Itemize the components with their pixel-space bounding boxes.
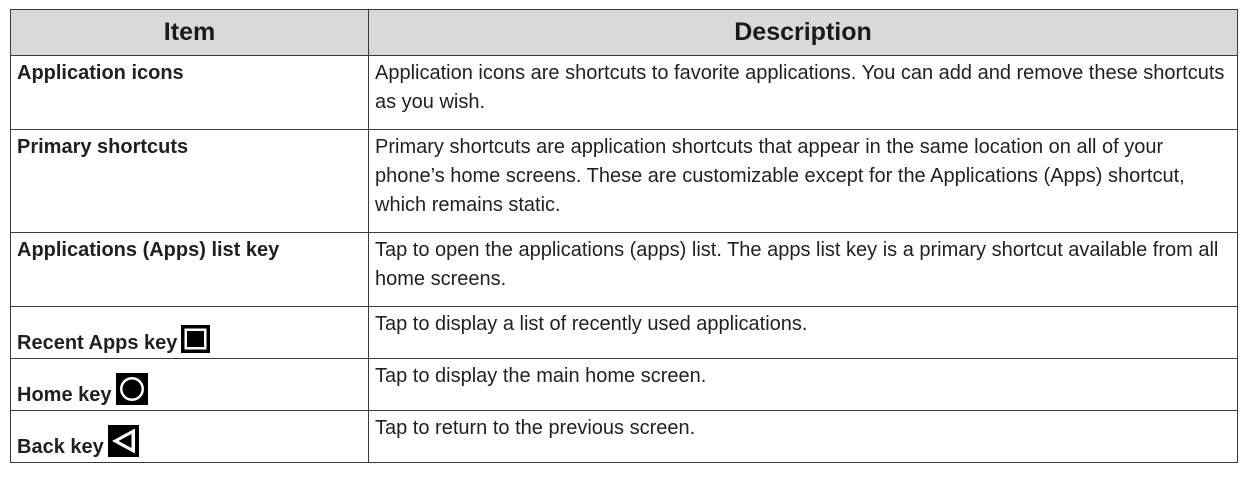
header-description: Description [368,9,1238,56]
item-label: Primary shortcuts [17,136,189,158]
description-cell: Tap to display the main home screen. [368,358,1238,411]
item-cell: Home key [10,358,369,411]
description-cell: Tap to display a list of recently used a… [368,306,1238,359]
description-cell: Application icons are shortcuts to favor… [368,55,1238,130]
table-row: Back key Tap to return to the previous s… [10,410,1238,463]
item-label: Home key [17,384,112,406]
description-cell: Tap to return to the previous screen. [368,410,1238,463]
description-cell: Primary shortcuts are application shortc… [368,129,1238,233]
table-row: Home key Tap to display the main home sc… [10,358,1238,411]
home-circle-icon [115,373,148,405]
table-header-row: Item Description [10,9,1238,56]
item-label: Recent Apps key [17,332,178,354]
back-triangle-icon [107,425,139,457]
item-label: Applications (Apps) list key [17,239,280,261]
table-row: Primary shortcuts Primary shortcuts are … [10,129,1238,233]
item-label: Application icons [17,62,184,84]
item-cell: Back key [10,410,369,463]
item-cell: Primary shortcuts [10,129,369,233]
item-label: Back key [17,436,104,458]
items-table: Item Description Application icons Appli… [10,9,1238,463]
item-cell: Application icons [10,55,369,130]
table-row: Applications (Apps) list key Tap to open… [10,232,1238,307]
item-cell: Applications (Apps) list key [10,232,369,307]
description-cell: Tap to open the applications (apps) list… [368,232,1238,307]
item-cell: Recent Apps key [10,306,369,359]
table-row: Recent Apps key Tap to display a list of… [10,306,1238,359]
header-item: Item [10,9,369,56]
recent-apps-square-icon [181,325,211,353]
table-row: Application icons Application icons are … [10,55,1238,130]
